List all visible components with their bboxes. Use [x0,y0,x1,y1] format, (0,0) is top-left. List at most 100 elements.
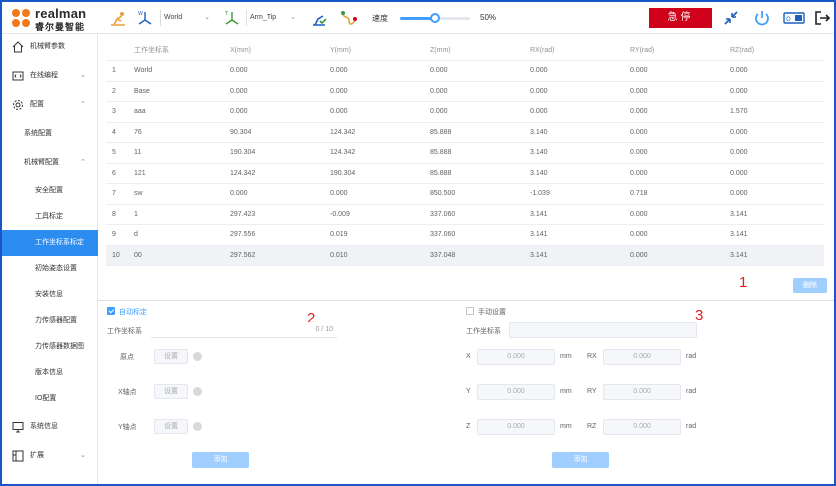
chevron-down-icon: ⌄ [204,14,210,21]
set-y-axis-button[interactable]: 设置 [154,419,188,434]
auto-calibration-checkbox[interactable] [107,307,115,315]
table-row[interactable]: 9 d 297.556 0.019 337.060 3.141 0.000 3.141 [106,224,824,246]
sidebar-item-initial-pose[interactable]: 初始姿态设置 [2,256,98,282]
trajectory-icon[interactable] [340,9,358,27]
table-cell: 85.888 [424,142,524,164]
column-header [106,40,128,61]
sidebar-item-arm-params[interactable]: 机械臂参数 [2,34,98,60]
table-cell: 0.000 [624,81,724,102]
table-row[interactable]: 4 76 90.304 124.342 85.888 3.140 0.000 0.000 [106,122,824,143]
field-input-z[interactable]: 0.000 [477,419,555,435]
table-row[interactable]: 2 Base 0.000 0.000 0.000 0.000 0.000 0.000 [106,81,824,102]
robot-arm-icon[interactable] [109,9,127,27]
collapse-icon[interactable] [722,9,740,27]
column-header: 工作坐标系 [128,40,224,61]
sidebar-item-config[interactable]: 配置 ⌃ [2,92,98,118]
set-origin-button[interactable]: 设置 [154,349,188,364]
table-row[interactable]: 3 aaa 0.000 0.000 0.000 0.000 0.000 1.570 [106,101,824,123]
y-axis-status-indicator [193,422,202,431]
table-cell: 00 [128,245,224,266]
power-icon[interactable] [753,9,771,27]
column-header: X(mm) [224,40,324,61]
table-cell: 9 [106,224,128,246]
field-input-x[interactable]: 0.000 [477,349,555,365]
sidebar-item-extend[interactable]: 扩展 ⌄ [2,443,98,469]
manual-setting-checkbox[interactable] [466,307,474,315]
tool-frame-select[interactable]: Arm_Tip ⌄ [246,10,300,26]
table-cell: 0.000 [724,60,824,82]
table-row[interactable]: 10 00 297.562 0.010 337.048 3.141 0.000 3.141 [106,245,824,266]
table-cell: 3.140 [524,122,624,143]
arm-check-icon[interactable] [310,9,328,27]
speed-slider-handle[interactable] [430,13,440,23]
auto-frame-name-input[interactable]: 0 / 10 [150,322,338,338]
field-unit: mm [560,388,572,395]
table-cell: 3.141 [724,224,824,246]
origin-label: 原点 [120,354,134,361]
sidebar-item-force-sensor-config[interactable]: 力传感器配置 [2,308,98,334]
sidebar-item-label: 机械臂参数 [30,43,65,50]
sidebar-item-io-config[interactable]: IO配置 [2,386,98,412]
field-input-y[interactable]: 0.000 [477,384,555,400]
table-cell: 0.000 [224,183,324,205]
logout-icon[interactable] [813,9,831,27]
section-divider [98,300,834,301]
toggle-on-icon[interactable]: O [783,9,805,27]
table-cell: 0.000 [624,224,724,246]
sidebar-item-version-info[interactable]: 版本信息 [2,360,98,386]
delete-button[interactable]: 删除 [793,278,827,293]
table-row[interactable]: 8 1 297.423 -0.009 337.060 3.141 0.000 3.141 [106,204,824,225]
table-cell: d [128,224,224,246]
sidebar-item-force-sensor-chart[interactable]: 力传感器数据图 [2,334,98,360]
work-frame-select[interactable]: World ⌄ [160,10,214,26]
work-frame-table: 工作坐标系 X(mm) Y(mm) Z(mm) RX(rad) RY(rad) RZ(rad… [106,40,824,266]
sidebar-item-online-programming[interactable]: 在线编程 ⌄ [2,63,98,89]
table-cell: 0.019 [324,224,424,246]
table-row[interactable]: 1 World 0.000 0.000 0.000 0.000 0.000 0.000 [106,60,824,82]
table-cell: 0.000 [624,122,724,143]
table-cell: 7 [106,183,128,205]
manual-frame-name-input[interactable] [509,322,697,338]
speed-label: 速度 [372,14,388,23]
table-cell: 190.304 [224,142,324,164]
emergency-stop-button[interactable]: 急停 [649,8,712,28]
field-input-rz[interactable]: 0.000 [603,419,681,435]
column-header: Y(mm) [324,40,424,61]
table-cell: 5 [106,142,128,164]
table-cell: 297.423 [224,204,324,225]
sidebar-item-label: 力传感器配置 [35,317,77,324]
sidebar-item-tool-calibration[interactable]: 工具标定 [2,204,98,230]
speed-slider[interactable] [400,13,470,23]
set-x-axis-button[interactable]: 设置 [154,384,188,399]
table-cell: 0.000 [224,81,324,102]
table-cell: 0.000 [424,101,524,123]
field-input-rx[interactable]: 0.000 [603,349,681,365]
table-cell: 2 [106,81,128,102]
sidebar-item-safety-config[interactable]: 安全配置 [2,178,98,204]
table-cell: 297.556 [224,224,324,246]
sidebar-item-system-config[interactable]: 系统配置 [2,121,98,147]
sidebar-item-arm-config[interactable]: 机械臂配置 ⌃ [2,150,98,176]
table-cell: 0.000 [624,60,724,82]
table-header-row: 工作坐标系 X(mm) Y(mm) Z(mm) RX(rad) RY(rad) RZ(rad… [106,40,824,61]
table-row[interactable]: 6 121 124.342 190.304 85.888 3.140 0.000 0.000 [106,163,824,184]
table-cell: World [128,60,224,82]
chevron-down-icon: ⌄ [80,452,86,459]
table-cell: 0.000 [624,163,724,184]
brand-subtitle: 睿尔曼智能 [35,22,86,32]
manual-add-button[interactable]: 添加 [552,452,609,468]
table-body: 1 World 0.000 0.000 0.000 0.000 0.000 0.000 2 Bas… [106,60,824,266]
table-cell: 0.000 [624,101,724,123]
table-row[interactable]: 5 11 190.304 124.342 85.888 3.140 0.000 0.000 [106,142,824,164]
sidebar-item-install-info[interactable]: 安装信息 [2,282,98,308]
table-cell: 0.000 [524,81,624,102]
sidebar-item-system-info[interactable]: 系统信息 [2,414,98,440]
table-row[interactable]: 7 sw 0.000 0.000 850.500 -1.039 0.718 0.000 [106,183,824,205]
sidebar-item-work-frame-calibration[interactable]: 工作坐标系标定 [2,230,98,256]
field-input-ry[interactable]: 0.000 [603,384,681,400]
field-unit: mm [560,423,572,430]
auto-add-button[interactable]: 添加 [192,452,249,468]
speed-value: 50% [480,13,497,22]
chevron-down-icon: ⌄ [290,14,296,21]
column-header: RY(rad) [624,40,724,61]
